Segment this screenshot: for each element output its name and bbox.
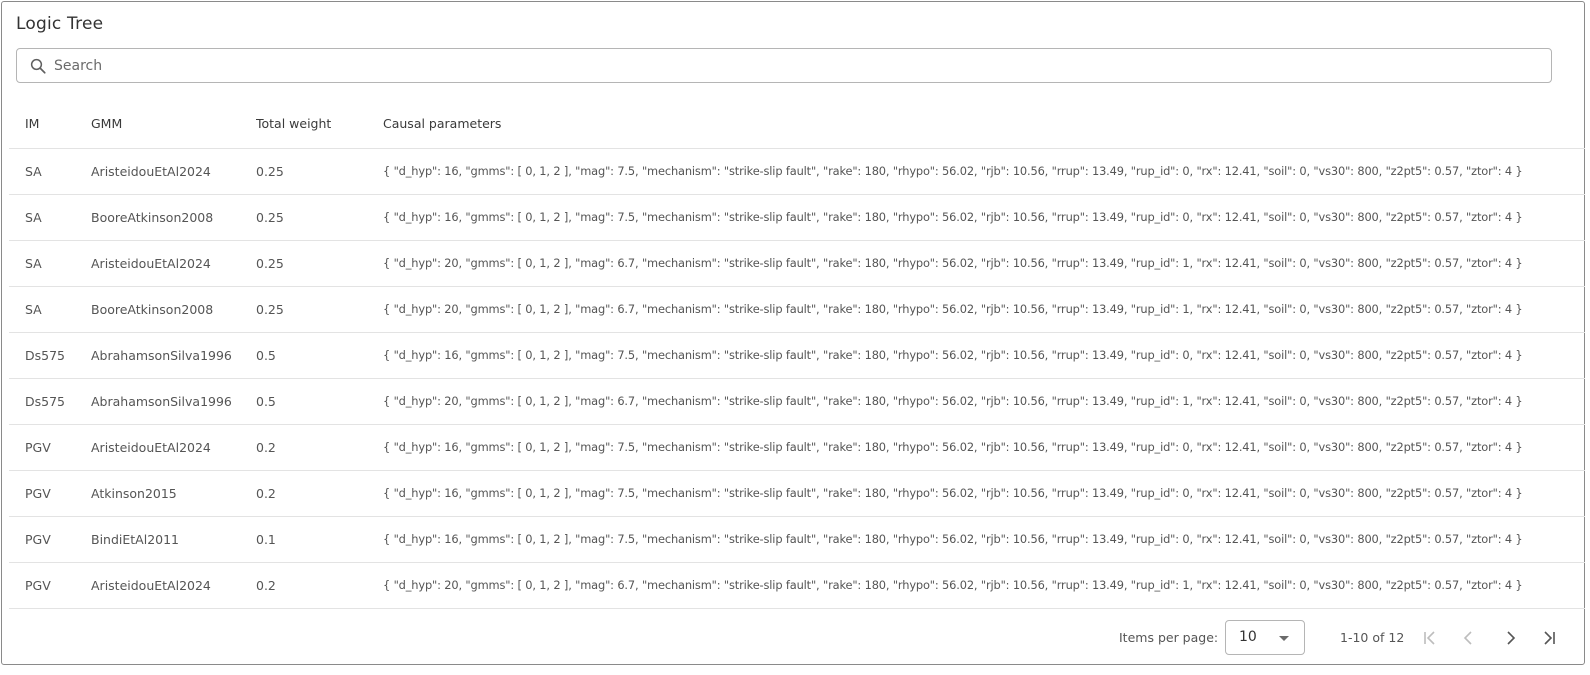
- cell-causal-parameters: { "d_hyp": 16, "gmms": [ 0, 1, 2 ], "mag…: [383, 532, 1523, 546]
- paginator: Items per page: 10 1-10 of 12: [2, 620, 1586, 656]
- cell-causal-parameters: { "d_hyp": 16, "gmms": [ 0, 1, 2 ], "mag…: [383, 164, 1523, 178]
- cell-total-weight: 0.25: [256, 301, 284, 317]
- cell-gmm: AristeidouEtAl2024: [91, 439, 211, 455]
- cell-im: PGV: [25, 485, 51, 501]
- items-per-page-label: Items per page:: [1119, 630, 1219, 645]
- previous-page-button[interactable]: [1455, 624, 1483, 652]
- cell-im: Ds575: [25, 347, 65, 363]
- table-header-row: IM GMM Total weight Causal parameters: [9, 100, 1585, 148]
- cell-gmm: BooreAtkinson2008: [91, 301, 214, 317]
- page-title: Logic Tree: [16, 14, 104, 34]
- table-row[interactable]: SA BooreAtkinson2008 0.25 { "d_hyp": 16,…: [9, 194, 1585, 240]
- cell-causal-parameters: { "d_hyp": 20, "gmms": [ 0, 1, 2 ], "mag…: [383, 302, 1523, 316]
- first-page-button[interactable]: [1416, 624, 1444, 652]
- cell-total-weight: 0.25: [256, 209, 284, 225]
- cell-gmm: AbrahamsonSilva1996: [91, 347, 232, 363]
- chevron-right-icon: [1507, 631, 1516, 645]
- items-per-page-value: 10: [1239, 629, 1257, 645]
- cell-im: PGV: [25, 531, 51, 547]
- cell-gmm: BindiEtAl2011: [91, 531, 180, 547]
- cell-gmm: AristeidouEtAl2024: [91, 163, 211, 179]
- table-row[interactable]: SA AristeidouEtAl2024 0.25 { "d_hyp": 20…: [9, 240, 1585, 286]
- logic-tree-panel: Logic Tree IM GMM Total weight Causal pa…: [1, 1, 1585, 665]
- cell-causal-parameters: { "d_hyp": 20, "gmms": [ 0, 1, 2 ], "mag…: [383, 578, 1523, 592]
- table-row[interactable]: Ds575 AbrahamsonSilva1996 0.5 { "d_hyp":…: [9, 332, 1585, 378]
- table-row[interactable]: PGV AristeidouEtAl2024 0.2 { "d_hyp": 20…: [9, 562, 1585, 608]
- column-header-gmm[interactable]: GMM: [91, 100, 256, 148]
- search-input[interactable]: [54, 52, 1534, 79]
- table-row[interactable]: PGV BindiEtAl2011 0.1 { "d_hyp": 16, "gm…: [9, 516, 1585, 562]
- cell-causal-parameters: { "d_hyp": 16, "gmms": [ 0, 1, 2 ], "mag…: [383, 486, 1523, 500]
- cell-total-weight: 0.2: [256, 439, 276, 455]
- cell-causal-parameters: { "d_hyp": 20, "gmms": [ 0, 1, 2 ], "mag…: [383, 256, 1523, 270]
- table-row[interactable]: Ds575 AbrahamsonSilva1996 0.5 { "d_hyp":…: [9, 378, 1585, 424]
- logic-tree-table: IM GMM Total weight Causal parameters SA…: [9, 100, 1585, 609]
- table-row[interactable]: PGV AristeidouEtAl2024 0.2 { "d_hyp": 16…: [9, 424, 1585, 470]
- table-row[interactable]: PGV Atkinson2015 0.2 { "d_hyp": 16, "gmm…: [9, 470, 1585, 516]
- cell-im: SA: [25, 209, 42, 225]
- cell-causal-parameters: { "d_hyp": 16, "gmms": [ 0, 1, 2 ], "mag…: [383, 440, 1523, 454]
- cell-gmm: Atkinson2015: [91, 485, 177, 501]
- chevron-left-icon: [1463, 631, 1472, 645]
- table-row[interactable]: SA AristeidouEtAl2024 0.25 { "d_hyp": 16…: [9, 148, 1585, 194]
- cell-im: SA: [25, 301, 42, 317]
- table-row[interactable]: SA BooreAtkinson2008 0.25 { "d_hyp": 20,…: [9, 286, 1585, 332]
- cell-causal-parameters: { "d_hyp": 16, "gmms": [ 0, 1, 2 ], "mag…: [383, 210, 1523, 224]
- cell-causal-parameters: { "d_hyp": 16, "gmms": [ 0, 1, 2 ], "mag…: [383, 348, 1523, 362]
- cell-im: SA: [25, 163, 42, 179]
- cell-im: SA: [25, 255, 42, 271]
- cell-total-weight: 0.1: [256, 531, 276, 547]
- first-page-icon: [1424, 631, 1435, 645]
- page-range-label: 1-10 of 12: [1340, 630, 1405, 645]
- cell-total-weight: 0.25: [256, 163, 284, 179]
- column-header-im[interactable]: IM: [9, 100, 91, 148]
- cell-gmm: AristeidouEtAl2024: [91, 255, 211, 271]
- cell-total-weight: 0.2: [256, 485, 276, 501]
- cell-total-weight: 0.5: [256, 347, 276, 363]
- search-icon: [28, 56, 48, 76]
- cell-total-weight: 0.25: [256, 255, 284, 271]
- cell-gmm: BooreAtkinson2008: [91, 209, 214, 225]
- last-page-button[interactable]: [1535, 624, 1563, 652]
- chevron-down-icon: [1279, 636, 1289, 641]
- items-per-page-select[interactable]: 10: [1225, 620, 1305, 655]
- last-page-icon: [1544, 631, 1555, 645]
- cell-im: PGV: [25, 439, 51, 455]
- cell-total-weight: 0.5: [256, 393, 276, 409]
- cell-total-weight: 0.2: [256, 577, 276, 593]
- column-header-total-weight[interactable]: Total weight: [256, 100, 383, 148]
- cell-gmm: AristeidouEtAl2024: [91, 577, 211, 593]
- cell-im: Ds575: [25, 393, 65, 409]
- column-header-causal-parameters[interactable]: Causal parameters: [383, 100, 1585, 148]
- cell-gmm: AbrahamsonSilva1996: [91, 393, 232, 409]
- search-box[interactable]: [16, 48, 1552, 83]
- cell-im: PGV: [25, 577, 51, 593]
- cell-causal-parameters: { "d_hyp": 20, "gmms": [ 0, 1, 2 ], "mag…: [383, 394, 1523, 408]
- next-page-button[interactable]: [1496, 624, 1524, 652]
